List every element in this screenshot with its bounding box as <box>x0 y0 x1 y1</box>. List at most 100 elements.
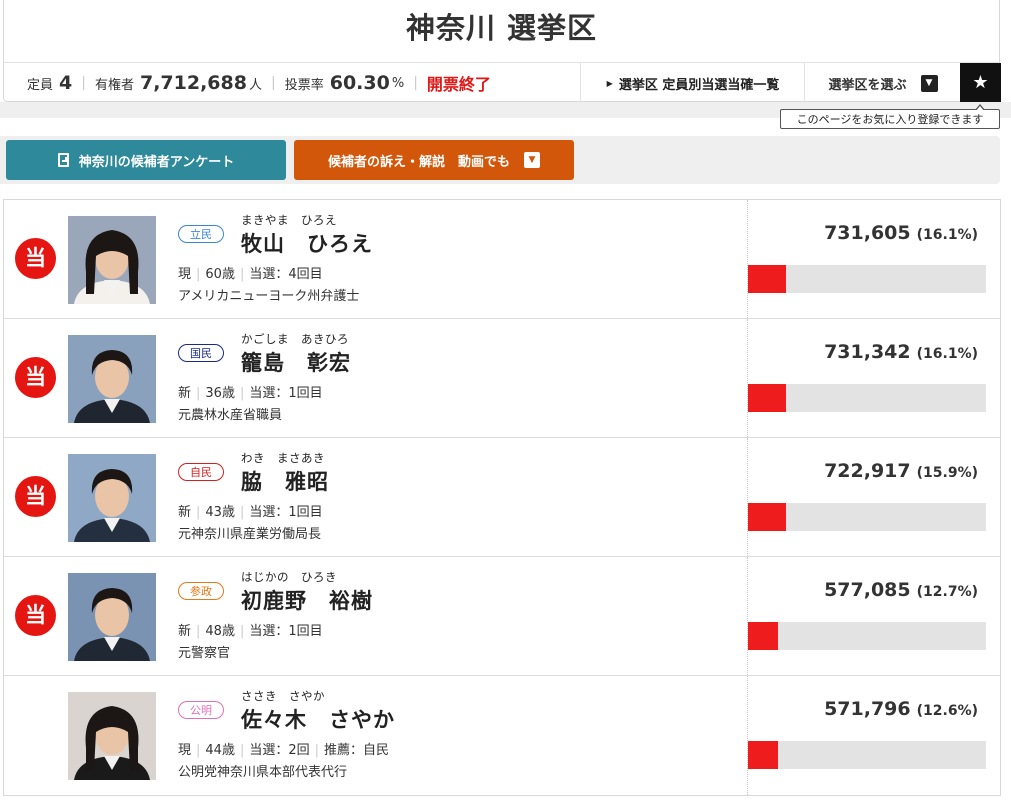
party-badge: 自民 <box>178 463 224 481</box>
candidate-name[interactable]: 佐々木 さやか <box>241 704 395 734</box>
vote-count: 731,605 (16.1%) <box>824 222 978 244</box>
elected-badge: 当 <box>15 476 56 517</box>
turnout-value: 60.30 <box>329 72 390 94</box>
meta-item: 44歳 <box>205 743 235 758</box>
winners-list-label: 選挙区 定員別当選当確一覧 <box>618 77 780 93</box>
district-header: 神奈川 選挙区 定員 4 | 有権者 7,712,688 人 | 投票率 60.… <box>3 0 1001 103</box>
separator: | <box>81 75 86 91</box>
meta-item: 当選：2回 <box>249 743 310 758</box>
meta-item: 当選：1回目 <box>249 386 323 401</box>
candidate-name[interactable]: 初鹿野 裕樹 <box>241 585 373 615</box>
column-divider <box>747 676 748 795</box>
voters-value: 7,712,688 <box>139 72 247 94</box>
separator: | <box>196 505 201 520</box>
candidate-career: 元農林水産省職員 <box>178 408 283 423</box>
vote-percent: (16.1%) <box>916 227 978 243</box>
meta-item: 当選：1回目 <box>249 624 323 639</box>
district-stats: 定員 4 | 有権者 7,712,688 人 | 投票率 60.30 % | 開… <box>27 63 491 103</box>
separator: | <box>196 743 201 758</box>
vote-percent: (12.7%) <box>916 584 978 600</box>
candidate-meta: 現 | 44歳 | 当選：2回 | 推薦：自民 <box>178 739 389 758</box>
separator: | <box>270 75 276 91</box>
candidate-career: 公明党神奈川県本部代表代行 <box>178 765 348 780</box>
seats-label: 定員 <box>27 77 54 93</box>
meta-item: 新 <box>178 624 192 639</box>
candidate-row[interactable]: 当 国民 かごしま あきひろ 籠島 彰宏 新 | 36歳 | 当選：1回目 元農林水産省… <box>4 319 1000 438</box>
party-badge: 参政 <box>178 582 224 600</box>
district-info-bar: 定員 4 | 有権者 7,712,688 人 | 投票率 60.30 % | 開… <box>4 62 1001 103</box>
meta-item: 60歳 <box>205 267 235 282</box>
elected-badge: 当 <box>15 238 56 279</box>
candidate-row[interactable]: 公明 ささき さやか 佐々木 さやか 現 | 44歳 | 当選：2回 | 推薦：自民 公明党… <box>4 676 1000 795</box>
vote-share-bar <box>748 384 986 412</box>
meta-item: 新 <box>178 386 192 401</box>
party-badge: 国民 <box>178 344 224 362</box>
action-bar: 神奈川の候補者アンケート 候補者の訴え・解説 動画でも ▼ <box>0 136 1000 184</box>
candidate-meta: 現 | 60歳 | 当選：4回目 <box>178 263 323 282</box>
vote-count: 571,796 (12.6%) <box>824 698 978 720</box>
candidate-row[interactable]: 当 自民 わき まさあき 脇 雅昭 新 | 43歳 | 当選：1回目 元神奈川県産業労働… <box>4 438 1000 557</box>
separator: | <box>239 505 245 520</box>
vote-share-fill <box>748 741 778 769</box>
vote-share-bar <box>748 741 986 769</box>
vote-number: 731,605 <box>824 222 911 244</box>
candidate-photo <box>68 335 156 423</box>
vote-share-bar <box>748 503 986 531</box>
candidate-photo <box>68 216 156 304</box>
elected-badge: 当 <box>15 595 56 636</box>
separator: | <box>196 267 201 282</box>
separator: | <box>196 386 201 401</box>
vote-share-fill <box>748 265 787 293</box>
candidate-photo <box>68 573 156 661</box>
separator: | <box>239 267 245 282</box>
vote-percent: (15.9%) <box>916 465 978 481</box>
survey-button[interactable]: 神奈川の候補者アンケート <box>6 140 286 180</box>
elected-badge: 当 <box>15 357 56 398</box>
candidate-name[interactable]: 籠島 彰宏 <box>241 347 351 377</box>
chevron-down-icon: ▼ <box>524 152 540 168</box>
turnout-unit: % <box>391 75 405 91</box>
video-button-label: 候補者の訴え・解説 動画でも <box>327 154 510 170</box>
count-status: 開票終了 <box>426 75 491 94</box>
meta-item: 新 <box>178 505 192 520</box>
page-title: 神奈川 選挙区 <box>405 11 598 45</box>
favorite-button[interactable]: ★ <box>960 63 1001 103</box>
candidate-row[interactable]: 当 立民 まきやま ひろえ 牧山 ひろえ 現 | 60歳 | 当選：4回目 アメリカニュ… <box>4 200 1000 319</box>
separator: | <box>413 75 418 91</box>
survey-button-label: 神奈川の候補者アンケート <box>78 154 235 170</box>
candidate-photo <box>68 454 156 542</box>
meta-item: 当選：1回目 <box>249 505 323 520</box>
candidate-career: 元神奈川県産業労働局長 <box>178 527 322 542</box>
meta-item: 43歳 <box>205 505 235 520</box>
vote-number: 731,342 <box>824 341 911 363</box>
candidate-name[interactable]: 脇 雅昭 <box>241 466 329 496</box>
candidate-name[interactable]: 牧山 ひろえ <box>241 228 373 258</box>
separator: | <box>196 624 201 639</box>
vote-share-bar <box>748 265 986 293</box>
separator: | <box>239 624 245 639</box>
vote-number: 577,085 <box>824 579 911 601</box>
vote-share-fill <box>748 503 786 531</box>
winners-list-link[interactable]: ▶ 選挙区 定員別当選当確一覧 <box>580 63 805 103</box>
meta-item: 現 <box>178 743 192 758</box>
candidate-photo <box>68 692 156 780</box>
column-divider <box>747 438 748 556</box>
separator: | <box>239 386 245 401</box>
vote-number: 722,917 <box>824 460 911 482</box>
meta-item: 推薦：自民 <box>324 743 390 758</box>
select-district-dropdown[interactable]: 選挙区を選ぶ ▼ <box>804 63 961 103</box>
voters-label: 有権者 <box>94 77 134 93</box>
separator: | <box>239 743 245 758</box>
candidate-career: 元警察官 <box>178 646 231 661</box>
column-divider <box>747 319 748 437</box>
candidate-meta: 新 | 36歳 | 当選：1回目 <box>178 382 323 401</box>
video-button[interactable]: 候補者の訴え・解説 動画でも ▼ <box>294 140 574 180</box>
candidate-row[interactable]: 当 参政 はじかの ひろき 初鹿野 裕樹 新 | 48歳 | 当選：1回目 元警察官 5… <box>4 557 1000 676</box>
candidate-kana: ささき さやか <box>241 689 325 703</box>
candidate-kana: わき まさあき <box>241 451 325 465</box>
vote-percent: (12.6%) <box>916 703 978 719</box>
vote-share-fill <box>748 384 787 412</box>
vote-count: 731,342 (16.1%) <box>824 341 978 363</box>
select-district-label: 選挙区を選ぶ <box>828 77 907 93</box>
meta-item: 48歳 <box>205 624 235 639</box>
